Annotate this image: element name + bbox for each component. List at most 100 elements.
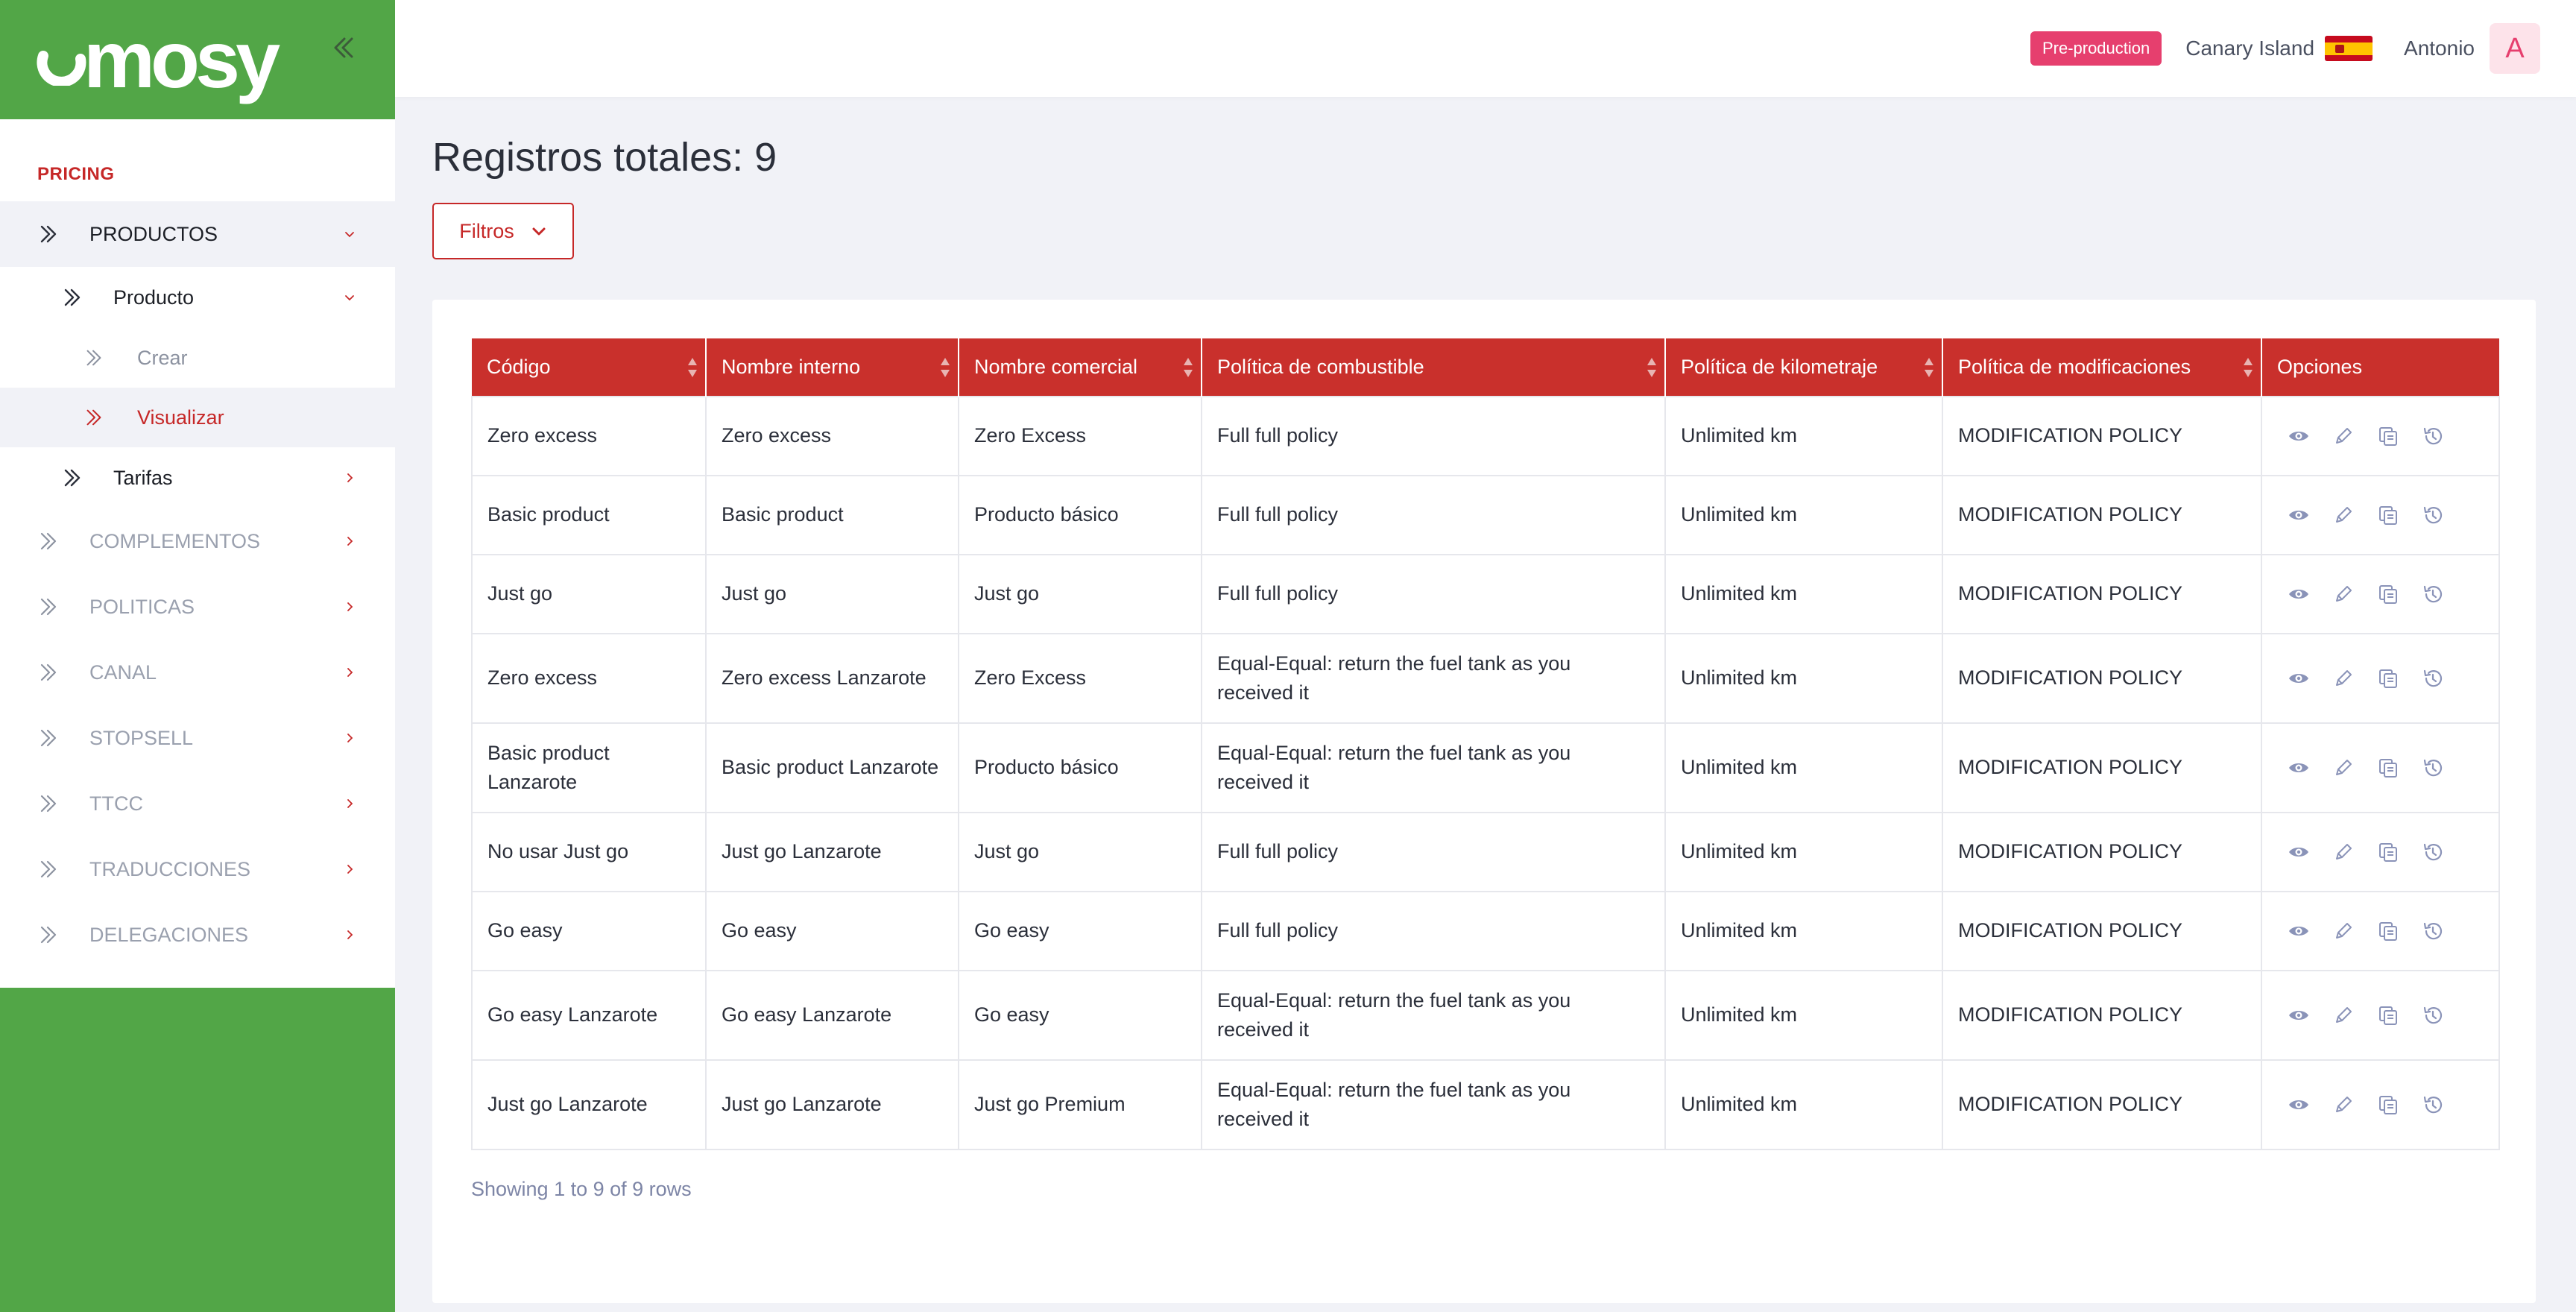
chevron-right-icon <box>343 666 356 679</box>
history-icon[interactable] <box>2422 667 2444 690</box>
avatar[interactable]: A <box>2490 23 2540 74</box>
products-card: Código Nombre interno Nombre comercial P… <box>432 300 2536 1303</box>
sort-icon[interactable] <box>1924 356 1934 379</box>
sort-icon[interactable] <box>1183 356 1193 379</box>
column-header-politica-modificaciones[interactable]: Política de modificaciones <box>1942 338 2262 397</box>
row-actions <box>2277 504 2484 526</box>
column-header-label: Política de modificaciones <box>1958 356 2191 378</box>
row-actions <box>2277 583 2484 605</box>
sidebar-item-tarifas[interactable]: Tarifas <box>0 447 395 508</box>
collapse-sidebar-button[interactable] <box>325 30 361 66</box>
cell-politica-combustible: Equal-Equal: return the fuel tank as you… <box>1201 970 1666 1061</box>
column-header-politica-kilometraje[interactable]: Política de kilometraje <box>1665 338 1943 397</box>
copy-icon[interactable] <box>2377 504 2399 526</box>
chevron-right-icon <box>343 862 356 876</box>
sidebar-item-label: POLITICAS <box>89 595 195 618</box>
cell-nombre-interno: Zero excess Lanzarote <box>705 633 959 724</box>
region-selector[interactable]: Canary Island <box>2185 37 2314 60</box>
cell-codigo: No usar Just go <box>471 812 707 892</box>
copy-icon[interactable] <box>2377 1094 2399 1116</box>
user-name[interactable]: Antonio <box>2404 37 2475 60</box>
view-icon[interactable] <box>2288 583 2310 605</box>
cell-politica-combustible: Full full policy <box>1201 891 1666 971</box>
sidebar-item-stopsell[interactable]: STOPSELL <box>0 705 395 771</box>
copy-icon[interactable] <box>2377 920 2399 942</box>
sidebar-item-politicas[interactable]: POLITICAS <box>0 574 395 640</box>
chevron-right-icon <box>343 600 356 614</box>
sort-icon[interactable] <box>2243 356 2253 379</box>
column-header-label: Código <box>487 356 551 378</box>
sidebar-item-visualizar[interactable]: Visualizar <box>0 388 395 447</box>
edit-icon[interactable] <box>2332 1004 2355 1026</box>
column-header-codigo[interactable]: Código <box>472 338 707 397</box>
chevron-down-icon <box>532 227 546 236</box>
cell-politica-kilometraje: Unlimited km <box>1664 475 1943 555</box>
history-icon[interactable] <box>2422 583 2444 605</box>
history-icon[interactable] <box>2422 757 2444 779</box>
history-icon[interactable] <box>2422 425 2444 447</box>
sidebar-item-producto[interactable]: Producto <box>0 267 395 328</box>
sort-icon[interactable] <box>1647 356 1657 379</box>
view-icon[interactable] <box>2288 920 2310 942</box>
edit-icon[interactable] <box>2332 920 2355 942</box>
sidebar-item-label: Tarifas <box>113 466 173 489</box>
cell-politica-modificaciones: MODIFICATION POLICY <box>1942 475 2262 555</box>
sidebar-item-ttcc[interactable]: TTCC <box>0 771 395 836</box>
edit-icon[interactable] <box>2332 667 2355 690</box>
table-header-row: Código Nombre interno Nombre comercial P… <box>472 338 2499 397</box>
copy-icon[interactable] <box>2377 1004 2399 1026</box>
edit-icon[interactable] <box>2332 841 2355 863</box>
view-icon[interactable] <box>2288 757 2310 779</box>
spain-flag-icon[interactable] <box>2325 36 2373 61</box>
edit-icon[interactable] <box>2332 583 2355 605</box>
cell-opciones <box>2261 812 2500 892</box>
history-icon[interactable] <box>2422 841 2444 863</box>
sidebar-item-crear[interactable]: Crear <box>0 328 395 388</box>
sidebar: mosy PRICING PRODUCTOS Producto Crear Vi… <box>0 0 395 1312</box>
history-icon[interactable] <box>2422 1004 2444 1026</box>
view-icon[interactable] <box>2288 841 2310 863</box>
cell-opciones <box>2261 1059 2500 1150</box>
cell-politica-kilometraje: Unlimited km <box>1664 633 1943 724</box>
sort-icon[interactable] <box>687 356 698 379</box>
cell-nombre-comercial: Just go <box>958 812 1202 892</box>
edit-icon[interactable] <box>2332 757 2355 779</box>
double-chevron-right-icon <box>37 596 64 618</box>
copy-icon[interactable] <box>2377 425 2399 447</box>
sidebar-item-productos[interactable]: PRODUCTOS <box>0 201 395 267</box>
table-row: Just go Just go Just go Full full policy Unl… <box>471 554 2500 634</box>
column-header-nombre-interno[interactable]: Nombre interno <box>706 338 959 397</box>
sort-icon[interactable] <box>940 356 950 379</box>
view-icon[interactable] <box>2288 504 2310 526</box>
copy-icon[interactable] <box>2377 757 2399 779</box>
column-header-nombre-comercial[interactable]: Nombre comercial <box>959 338 1202 397</box>
row-actions <box>2277 841 2484 863</box>
brand-logo[interactable]: mosy <box>36 19 280 100</box>
view-icon[interactable] <box>2288 1094 2310 1116</box>
sidebar-item-traducciones[interactable]: TRADUCCIONES <box>0 836 395 902</box>
sidebar-item-complementos[interactable]: COMPLEMENTOS <box>0 508 395 574</box>
view-icon[interactable] <box>2288 1004 2310 1026</box>
column-header-politica-combustible[interactable]: Política de combustible <box>1202 338 1666 397</box>
double-chevron-right-icon <box>37 661 64 684</box>
copy-icon[interactable] <box>2377 583 2399 605</box>
copy-icon[interactable] <box>2377 667 2399 690</box>
cell-nombre-interno: Just go <box>705 554 959 634</box>
edit-icon[interactable] <box>2332 504 2355 526</box>
cell-politica-kilometraje: Unlimited km <box>1664 970 1943 1061</box>
copy-icon[interactable] <box>2377 841 2399 863</box>
history-icon[interactable] <box>2422 504 2444 526</box>
view-icon[interactable] <box>2288 425 2310 447</box>
history-icon[interactable] <box>2422 1094 2444 1116</box>
edit-icon[interactable] <box>2332 1094 2355 1116</box>
edit-icon[interactable] <box>2332 425 2355 447</box>
products-table: Código Nombre interno Nombre comercial P… <box>471 338 2500 1150</box>
environment-badge: Pre-production <box>2030 31 2162 66</box>
view-icon[interactable] <box>2288 667 2310 690</box>
sidebar-item-delegaciones[interactable]: DELEGACIONES <box>0 902 395 968</box>
sidebar-item-label: CANAL <box>89 660 157 684</box>
cell-politica-modificaciones: MODIFICATION POLICY <box>1942 633 2262 724</box>
sidebar-item-canal[interactable]: CANAL <box>0 640 395 705</box>
filters-button[interactable]: Filtros <box>432 203 574 259</box>
history-icon[interactable] <box>2422 920 2444 942</box>
